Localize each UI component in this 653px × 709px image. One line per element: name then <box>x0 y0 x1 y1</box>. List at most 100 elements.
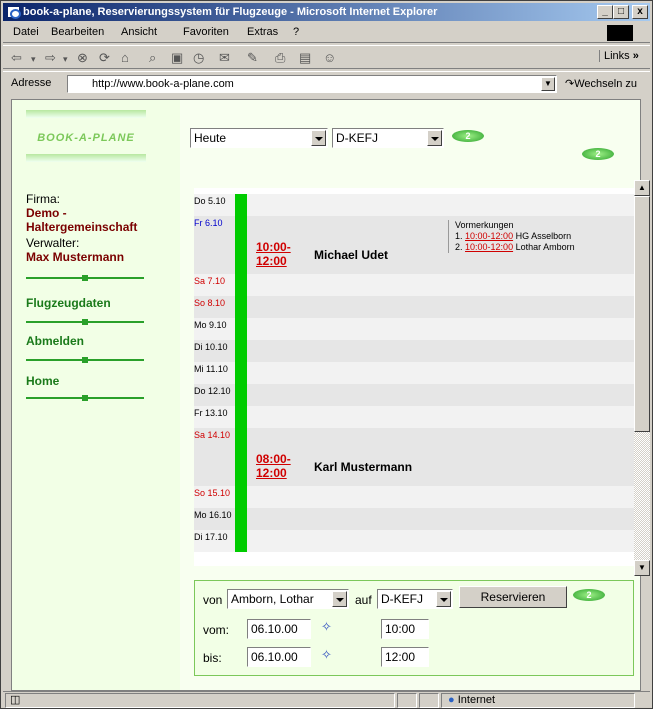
calendar-row: Fr 13.10 <box>194 406 634 428</box>
discuss-icon[interactable]: ▤ <box>299 50 311 66</box>
plane-select[interactable]: D-KEFJ <box>332 128 444 148</box>
menu-bearbeiten[interactable]: Bearbeiten <box>51 26 104 38</box>
day-label: Do 12.10 <box>194 386 231 396</box>
vom-calendar-icon[interactable]: ✧ <box>321 619 332 635</box>
person-select[interactable]: Amborn, Lothar <box>227 589 349 609</box>
refresh-icon[interactable]: ⟳ <box>99 50 110 66</box>
menu-favoriten[interactable]: Favoriten <box>183 26 229 38</box>
forward-icon[interactable]: ⇨ <box>45 50 56 66</box>
book-a-plane-logo[interactable]: BOOK-A-PLANE <box>26 110 146 162</box>
nav-home[interactable]: Home <box>26 374 59 388</box>
availability-bar[interactable] <box>235 384 247 406</box>
auf-label: auf <box>355 593 372 607</box>
calendar-row: Do 12.10 <box>194 384 634 406</box>
vormerkung-time-link[interactable]: 10:00-12:00 <box>465 231 513 241</box>
window-title: book-a-plane, Reservierungssystem für Fl… <box>23 6 438 18</box>
menu-help[interactable]: ? <box>293 26 299 38</box>
filter-go-button[interactable]: 2 <box>452 130 484 142</box>
verwalter-label: Verwalter: <box>26 236 80 250</box>
address-dropdown-icon[interactable]: ▼ <box>541 77 555 91</box>
day-label: Fr 6.10 <box>194 218 223 228</box>
separator <box>26 274 144 282</box>
address-url: http://www.book-a-plane.com <box>92 78 234 90</box>
availability-bar[interactable] <box>235 530 247 552</box>
address-bar: Adresse http://www.book-a-plane.com ▼ ↷W… <box>3 71 650 95</box>
mail-icon[interactable]: ✉ <box>219 50 230 66</box>
vormerkungen-title: Vormerkungen <box>455 220 514 230</box>
scroll-thumb[interactable] <box>634 196 650 432</box>
back-icon[interactable]: ⇦ <box>11 50 22 66</box>
print-icon[interactable]: ⎙ <box>275 50 285 66</box>
calendar-row: Di 10.10 <box>194 340 634 362</box>
address-input[interactable]: http://www.book-a-plane.com <box>67 75 557 93</box>
home-icon[interactable]: ⌂ <box>121 50 129 65</box>
availability-bar[interactable] <box>235 406 247 428</box>
availability-bar[interactable] <box>235 318 247 340</box>
go-arrow-icon: ↷ <box>565 78 575 90</box>
day-label: Di 10.10 <box>194 342 228 352</box>
go-button[interactable]: ↷Wechseln zu <box>565 77 637 90</box>
form-go-button[interactable]: 2 <box>573 589 605 601</box>
bis-date-input[interactable]: 06.10.00 <box>247 647 311 667</box>
nav-abmelden[interactable]: Abmelden <box>26 334 84 348</box>
availability-bar[interactable] <box>235 296 247 318</box>
bis-time-input[interactable]: 12:00 <box>381 647 429 667</box>
nav-flugzeugdaten[interactable]: Flugzeugdaten <box>26 296 111 310</box>
availability-bar[interactable] <box>235 486 247 508</box>
edit-icon[interactable]: ✎ <box>247 50 258 66</box>
form-plane-select[interactable]: D-KEFJ <box>377 589 453 609</box>
menu-extras[interactable]: Extras <box>247 26 278 38</box>
messenger-icon[interactable]: ☺ <box>323 50 336 65</box>
scroll-up-icon[interactable]: ▲ <box>634 180 650 196</box>
calendar-row: Mi 11.10 <box>194 362 634 384</box>
vom-time-input[interactable]: 10:00 <box>381 619 429 639</box>
page-icon: ◫ <box>10 694 21 706</box>
chevron-down-icon <box>436 591 451 607</box>
availability-bar[interactable] <box>235 274 247 296</box>
bis-calendar-icon[interactable]: ✧ <box>321 647 332 663</box>
forward-dropdown-icon[interactable]: ▾ <box>63 54 68 65</box>
availability-bar[interactable] <box>235 428 247 486</box>
favorites-icon[interactable]: ▣ <box>171 50 183 66</box>
separator <box>26 394 144 402</box>
menu-datei[interactable]: Datei <box>13 26 39 38</box>
calendar-row: Mo 9.10 <box>194 318 634 340</box>
vom-date-input[interactable]: 06.10.00 <box>247 619 311 639</box>
calendar-row: Di 17.10 <box>194 530 634 552</box>
availability-bar[interactable] <box>235 216 247 274</box>
day-label: Di 17.10 <box>194 532 228 542</box>
address-label: Adresse <box>11 77 52 89</box>
vom-label: vom: <box>203 623 230 637</box>
separator <box>26 356 144 364</box>
menu-ansicht[interactable]: Ansicht <box>121 26 157 38</box>
links-label[interactable]: Links » <box>599 50 639 62</box>
availability-bar[interactable] <box>235 508 247 530</box>
calendar-row: So 15.10 <box>194 486 634 508</box>
page-go-button[interactable]: 2 <box>582 148 614 160</box>
close-button[interactable]: x <box>632 5 648 19</box>
windows-flag-icon <box>607 25 633 41</box>
availability-bar[interactable] <box>235 340 247 362</box>
day-label: So 8.10 <box>194 298 226 308</box>
availability-bar[interactable] <box>235 194 247 216</box>
back-dropdown-icon[interactable]: ▾ <box>31 54 36 65</box>
maximize-button[interactable]: □ <box>613 5 629 19</box>
history-icon[interactable]: ◷ <box>193 50 204 66</box>
vormerkung-item: 1. 10:00-12:00 HG Asselborn <box>455 231 572 241</box>
reservation-time-link[interactable]: 10:00-12:00 <box>256 240 296 268</box>
period-select[interactable]: Heute <box>190 128 328 148</box>
vormerkung-time-link[interactable]: 10:00-12:00 <box>465 242 513 252</box>
stop-icon[interactable]: ⊗ <box>77 50 88 66</box>
browser-window: book-a-plane, Reservierungssystem für Fl… <box>0 0 653 709</box>
reserve-button[interactable]: Reservieren <box>459 586 567 608</box>
scroll-down-icon[interactable]: ▼ <box>634 560 650 576</box>
day-label: So 15.10 <box>194 488 231 498</box>
status-bar: ◫ ● Internet <box>3 691 650 708</box>
search-icon[interactable]: ⌕ <box>149 50 156 66</box>
reservation-time-link[interactable]: 08:00-12:00 <box>256 452 296 480</box>
reservation-name: Michael Udet <box>314 248 389 262</box>
availability-bar[interactable] <box>235 362 247 384</box>
chevron-down-icon <box>311 130 326 146</box>
calendar-scrollbar[interactable]: ▲ ▼ <box>634 180 650 576</box>
minimize-button[interactable]: _ <box>597 5 613 19</box>
